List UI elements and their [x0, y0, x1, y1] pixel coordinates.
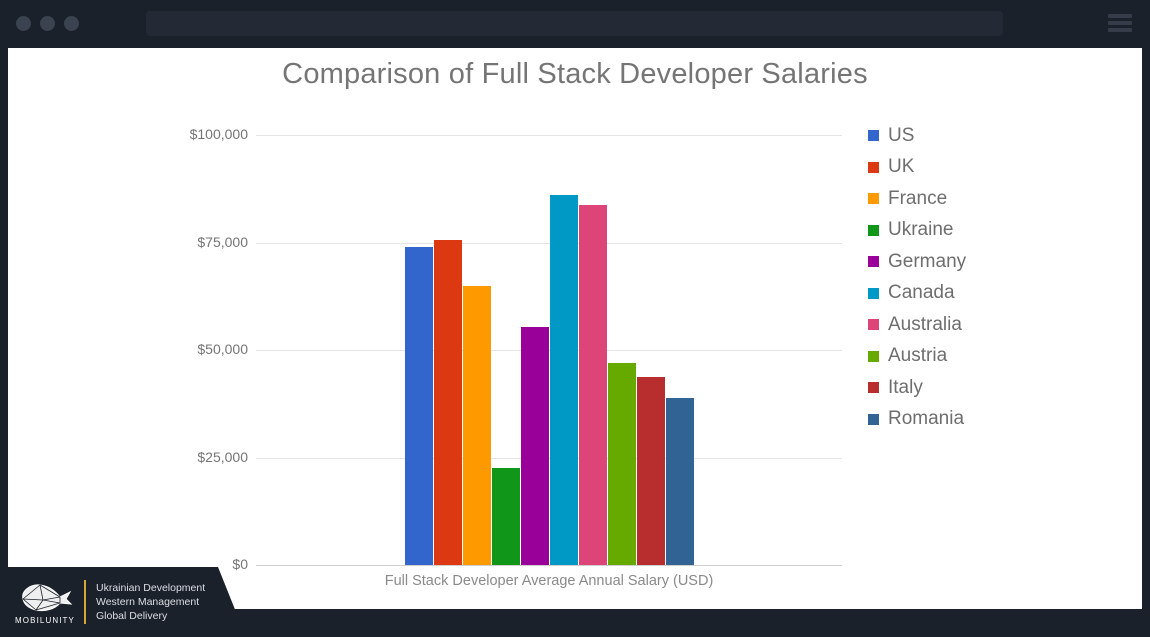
- legend-swatch-icon: [868, 350, 879, 362]
- tagline-line-1: Ukrainian Development: [96, 582, 206, 594]
- watermark-divider: [84, 580, 86, 624]
- bar-italy[interactable]: [637, 377, 665, 565]
- legend-label: Germany: [888, 250, 967, 272]
- screenshot-root: Comparison of Full Stack Developer Salar…: [0, 0, 1150, 637]
- minimize-window-button[interactable]: [40, 16, 55, 31]
- mobilunity-brand-text: MOBILUNITY: [15, 615, 75, 625]
- mobilunity-watermark: MOBILUNITY Ukrainian Development Western…: [0, 567, 246, 637]
- legend-swatch-icon: [868, 224, 879, 236]
- legend-item-australia[interactable]: Australia: [868, 309, 1108, 341]
- hamburger-line: [1108, 21, 1132, 25]
- gridline: [256, 565, 842, 566]
- y-axis-tick-label: $75,000: [197, 233, 248, 250]
- hamburger-line: [1108, 14, 1132, 18]
- bar-france[interactable]: [463, 285, 491, 565]
- legend-swatch-icon: [868, 413, 879, 425]
- bar-australia[interactable]: [579, 205, 607, 565]
- browser-toolbar: [0, 0, 1150, 48]
- legend-swatch-icon: [868, 161, 879, 173]
- hamburger-menu-icon[interactable]: [1108, 12, 1132, 34]
- legend-swatch-icon: [868, 319, 879, 331]
- close-window-button[interactable]: [16, 16, 31, 31]
- legend-label: UK: [888, 156, 915, 178]
- tagline-line-3: Global Delivery: [96, 610, 168, 622]
- bar-ukraine[interactable]: [492, 468, 520, 565]
- y-axis-tick-label: $100,000: [189, 126, 248, 142]
- legend-swatch-icon: [868, 382, 879, 394]
- bar-us[interactable]: [405, 246, 433, 565]
- legend-swatch-icon: [868, 130, 879, 142]
- legend-label: Canada: [888, 282, 955, 304]
- legend-item-us[interactable]: US: [868, 120, 1108, 152]
- legend-item-france[interactable]: France: [868, 183, 1108, 215]
- bar-austria[interactable]: [608, 362, 636, 565]
- legend-label: US: [888, 124, 915, 146]
- legend-swatch-icon: [868, 193, 879, 205]
- legend-swatch-icon: [868, 287, 879, 299]
- window-controls: [16, 16, 79, 31]
- bar-germany[interactable]: [521, 327, 549, 565]
- legend-label: Australia: [888, 313, 962, 335]
- legend-item-austria[interactable]: Austria: [868, 341, 1108, 373]
- legend-label: Ukraine: [888, 219, 954, 241]
- watermark-tagline: Ukrainian Development Western Management…: [96, 581, 205, 623]
- hamburger-line: [1108, 28, 1132, 32]
- chart-slide: Comparison of Full Stack Developer Salar…: [8, 48, 1142, 609]
- legend-item-uk[interactable]: UK: [868, 152, 1108, 184]
- y-axis-tick-label: $25,000: [197, 448, 248, 465]
- legend-item-italy[interactable]: Italy: [868, 372, 1108, 404]
- y-axis-tick-label: $50,000: [197, 341, 248, 357]
- legend-label: Romania: [888, 408, 965, 430]
- legend-label: Italy: [888, 376, 923, 398]
- x-axis-label: Full Stack Developer Average Annual Sala…: [384, 573, 714, 589]
- bar-romania[interactable]: [666, 398, 694, 565]
- legend-item-germany[interactable]: Germany: [868, 246, 1108, 278]
- address-bar-input[interactable]: [146, 11, 1003, 36]
- bar-uk[interactable]: [434, 240, 462, 565]
- mobilunity-whale-logo: MOBILUNITY: [14, 580, 76, 625]
- chart-legend: US UK France Ukraine Germany Canada Australia A…: [868, 120, 1108, 435]
- bar-series: [405, 135, 695, 565]
- legend-item-romania[interactable]: Romania: [868, 404, 1108, 436]
- legend-swatch-icon: [868, 256, 879, 268]
- tagline-line-2: Western Management: [96, 596, 200, 608]
- legend-item-ukraine[interactable]: Ukraine: [868, 215, 1108, 247]
- legend-label: Austria: [888, 345, 948, 367]
- legend-item-canada[interactable]: Canada: [868, 278, 1108, 310]
- legend-label: France: [888, 187, 948, 209]
- maximize-window-button[interactable]: [64, 16, 79, 31]
- bar-canada[interactable]: [550, 195, 578, 565]
